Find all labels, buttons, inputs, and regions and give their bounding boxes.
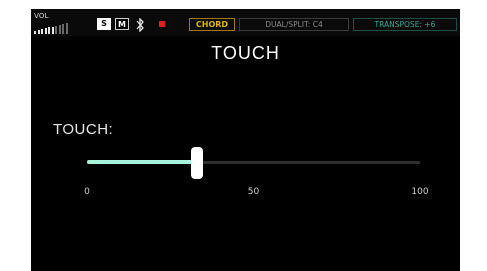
volume-label: VOL bbox=[34, 12, 49, 20]
device-screen: VOL S M CHORD DUAL/SPLIT: C4 TRANSPOSE: … bbox=[31, 9, 460, 271]
transpose-button[interactable]: TRANSPOSE: +6 bbox=[353, 18, 457, 31]
dual-split-button[interactable]: DUAL/SPLIT: C4 bbox=[239, 18, 349, 31]
volume-bar bbox=[37, 30, 40, 34]
record-indicator bbox=[159, 21, 165, 27]
volume-bar bbox=[51, 26, 54, 34]
status-bar: VOL S M CHORD DUAL/SPLIT: C4 TRANSPOSE: … bbox=[31, 9, 460, 36]
mode-s-indicator[interactable]: S bbox=[97, 18, 111, 30]
tick-label-max: 100 bbox=[411, 187, 429, 197]
volume-bar bbox=[62, 23, 64, 34]
page-title: TOUCH bbox=[211, 43, 280, 63]
volume-bar bbox=[41, 29, 43, 34]
bluetooth-icon bbox=[135, 17, 145, 33]
volume-bar bbox=[34, 31, 36, 34]
touch-slider[interactable] bbox=[87, 145, 420, 181]
slider-fill bbox=[87, 160, 197, 164]
volume-bar bbox=[55, 25, 57, 34]
volume-meter-icon[interactable] bbox=[34, 22, 84, 34]
slider-thumb[interactable] bbox=[190, 147, 203, 179]
chord-button[interactable]: CHORD bbox=[189, 18, 235, 31]
mode-m-indicator[interactable]: M bbox=[115, 18, 129, 30]
tick-label-min: 0 bbox=[84, 187, 90, 197]
volume-bar bbox=[58, 24, 61, 34]
volume-bar bbox=[65, 22, 68, 34]
volume-bar bbox=[44, 28, 47, 34]
volume-bar bbox=[48, 27, 50, 34]
tick-label-mid: 50 bbox=[247, 187, 260, 197]
touch-parameter-label: TOUCH: bbox=[53, 121, 114, 138]
